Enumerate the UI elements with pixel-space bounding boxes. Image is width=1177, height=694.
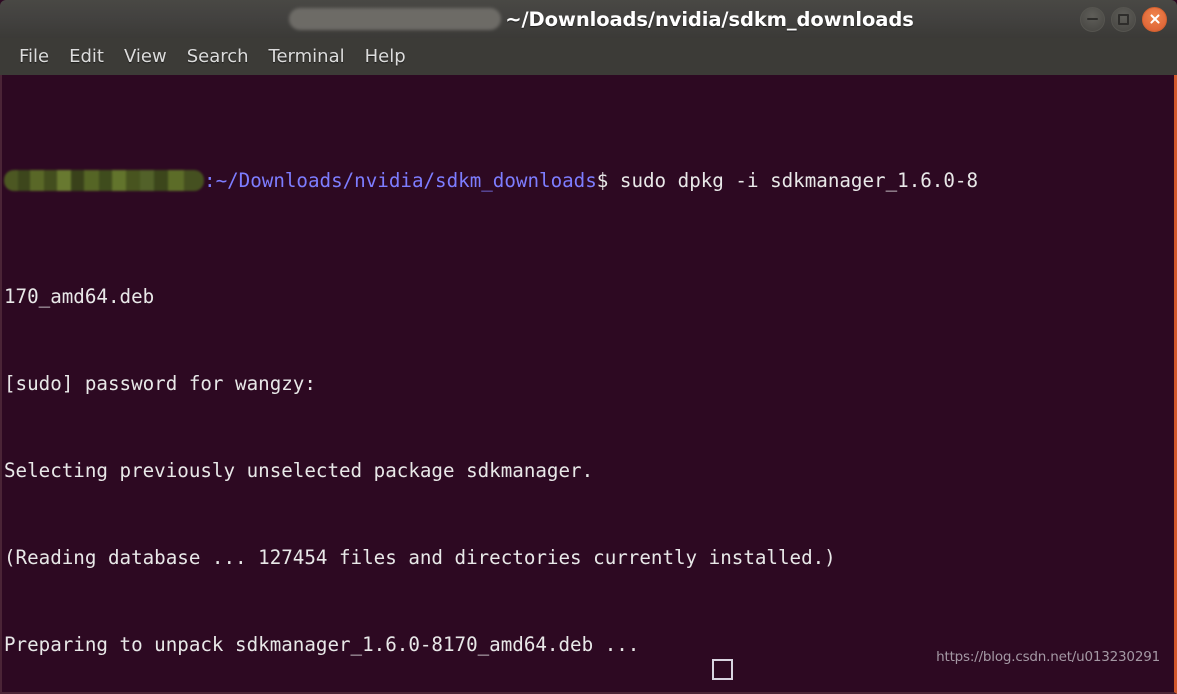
terminal-body[interactable]: :~/Downloads/nvidia/sdkm_downloads$ sudo… <box>0 75 1177 694</box>
maximize-button[interactable] <box>1111 6 1136 32</box>
menu-item-help[interactable]: Help <box>355 46 416 68</box>
prompt-sigil: $ <box>596 169 609 192</box>
close-button[interactable] <box>1142 6 1167 32</box>
watermark-text: https://blog.csdn.net/u013230291 <box>936 649 1160 665</box>
minimize-icon <box>1087 18 1098 20</box>
menubar: File Edit View Search Terminal Help <box>0 38 1177 75</box>
terminal-prompt-line: :~/Downloads/nvidia/sdkm_downloads$ sudo… <box>4 166 1174 195</box>
terminal-line: Selecting previously unselected package … <box>4 459 594 482</box>
menu-item-file[interactable]: File <box>9 46 59 68</box>
menu-item-search[interactable]: Search <box>177 46 259 68</box>
window-titlebar[interactable]: ~/Downloads/nvidia/sdkm_downloads <box>0 0 1177 38</box>
terminal-window: ~/Downloads/nvidia/sdkm_downloads File E… <box>0 0 1177 694</box>
terminal-line: (Reading database ... 127454 files and d… <box>4 546 836 569</box>
terminal-cursor <box>712 659 733 680</box>
close-icon <box>1149 13 1161 25</box>
terminal-line: [sudo] password for wangzy: <box>4 372 316 395</box>
prompt-command: sudo dpkg -i sdkmanager_1.6.0-8 <box>608 169 979 192</box>
menu-item-view[interactable]: View <box>114 46 177 68</box>
menu-item-terminal[interactable]: Terminal <box>259 46 355 68</box>
window-title: ~/Downloads/nvidia/sdkm_downloads <box>289 7 914 31</box>
window-title-path: ~/Downloads/nvidia/sdkm_downloads <box>505 7 914 31</box>
menu-item-edit[interactable]: Edit <box>59 46 114 68</box>
terminal-screen[interactable]: :~/Downloads/nvidia/sdkm_downloads$ sudo… <box>2 75 1174 692</box>
prompt-path: ~/Downloads/nvidia/sdkm_downloads <box>215 169 597 192</box>
prompt-separator: : <box>204 169 216 192</box>
redacted-prompt-user-host <box>4 170 204 191</box>
terminal-line: 170_amd64.deb <box>4 285 155 308</box>
minimize-button[interactable] <box>1080 6 1105 32</box>
redacted-user-host-block <box>289 8 502 30</box>
maximize-icon <box>1118 13 1129 25</box>
window-controls <box>1080 0 1167 38</box>
